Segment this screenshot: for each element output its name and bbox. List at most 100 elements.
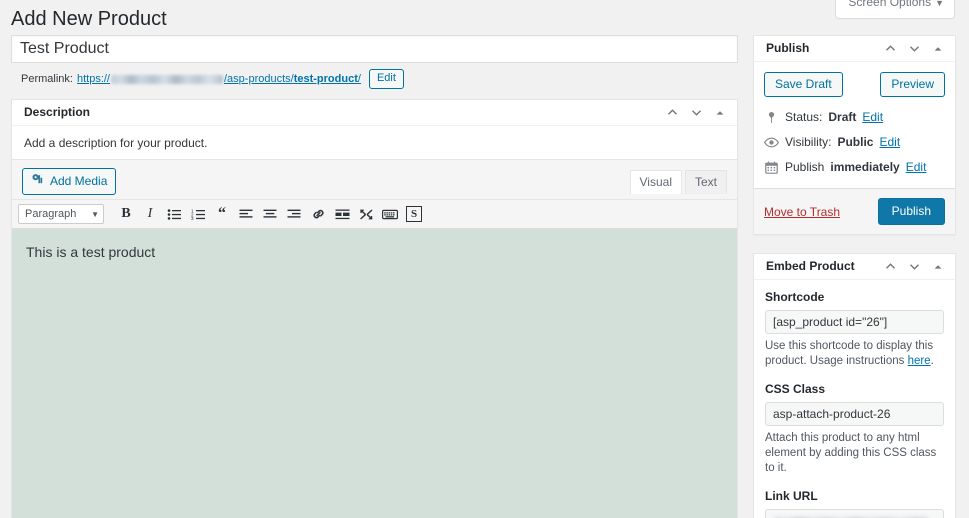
editor-wrap: Add Media Visual Text Paragraph ▼ B I 1 … — [12, 160, 737, 518]
eye-icon — [764, 137, 779, 148]
bold-glyph: B — [121, 206, 131, 221]
css-class-input[interactable] — [765, 402, 944, 426]
move-up-icon[interactable] — [883, 42, 897, 56]
screen-options-wrap: Screen Options ▼ — [835, 0, 955, 19]
visibility-row: Visibility: Public Edit — [764, 130, 945, 155]
publish-date-row: Publish immediately Edit — [764, 155, 945, 180]
permalink-row: Permalink: https:// /asp-products/test-pr… — [21, 69, 738, 89]
toolbar-toggle-icon[interactable] — [378, 204, 402, 224]
blockquote-glyph: “ — [218, 205, 226, 222]
publish-date-label: Publish — [785, 160, 825, 174]
link-url-label: Link URL — [765, 489, 818, 503]
publish-footer: Move to Trash Publish — [754, 188, 955, 234]
tab-visual[interactable]: Visual — [629, 169, 682, 194]
permalink-slug: test-product — [293, 73, 358, 85]
move-down-icon[interactable] — [689, 106, 703, 120]
shortcode-help-line2-prefix: Usage instructions — [809, 355, 908, 367]
visibility-label: Visibility: — [785, 135, 832, 149]
chevron-down-icon: ▼ — [935, 0, 944, 8]
publish-date-value: immediately — [830, 160, 900, 174]
media-icon — [31, 172, 45, 190]
move-up-icon[interactable] — [883, 260, 897, 274]
numbered-list-icon[interactable]: 1 2 3 — [186, 204, 210, 224]
move-up-icon[interactable] — [665, 106, 679, 120]
move-down-icon[interactable] — [907, 260, 921, 274]
calendar-icon — [764, 161, 779, 174]
permalink-url[interactable]: https:// /asp-products/test-product / — [77, 69, 361, 89]
toggle-panel-icon[interactable] — [931, 260, 945, 274]
embed-postbox-header: Embed Product — [754, 254, 955, 280]
bullet-list-icon[interactable] — [162, 204, 186, 224]
align-center-icon[interactable] — [258, 204, 282, 224]
description-postbox-title: Description — [24, 105, 91, 119]
status-value: Draft — [828, 110, 857, 124]
editor-paragraph: This is a test product — [26, 244, 156, 260]
screen-options-label: Screen Options — [848, 0, 932, 9]
insert-link-icon[interactable] — [306, 204, 330, 224]
save-draft-button[interactable]: Save Draft — [764, 72, 843, 97]
move-down-icon[interactable] — [907, 42, 921, 56]
screen-options-button[interactable]: Screen Options ▼ — [835, 0, 955, 19]
italic-glyph: I — [147, 206, 153, 221]
blockquote-icon[interactable]: “ — [210, 204, 234, 224]
css-class-label: CSS Class — [765, 382, 826, 396]
publish-postbox-handles — [883, 42, 945, 56]
shortcode-s-icon[interactable]: S — [402, 204, 426, 224]
permalink-path: /asp-products/ — [224, 73, 294, 85]
preview-button[interactable]: Preview — [880, 72, 945, 97]
embed-product-postbox: Embed Product Shortcode U — [753, 253, 956, 518]
tab-text[interactable]: Text — [684, 169, 727, 194]
read-more-icon[interactable] — [330, 204, 354, 224]
description-hint: Add a description for your product. — [12, 126, 737, 160]
main-column: Permalink: https:// /asp-products/test-pr… — [11, 35, 738, 518]
add-media-label: Add Media — [50, 174, 108, 188]
sidebar-column: Publish Save Draft Preview Status: Draft… — [753, 35, 956, 518]
pin-icon — [764, 111, 779, 124]
status-label: Status: — [785, 110, 823, 124]
editor-content-area[interactable]: This is a test product — [12, 229, 737, 518]
embed-postbox-handles — [883, 260, 945, 274]
add-media-button[interactable]: Add Media — [22, 168, 117, 195]
link-url-textarea[interactable] — [765, 509, 944, 518]
align-left-icon[interactable] — [234, 204, 258, 224]
editor-tabs: Visual Text — [627, 169, 727, 194]
toggle-panel-icon[interactable] — [931, 42, 945, 56]
permalink-domain-redacted — [111, 74, 223, 84]
edit-visibility-link[interactable]: Edit — [879, 134, 900, 151]
publish-meta-list: Status: Draft Edit Visibility: Public Ed… — [754, 105, 955, 188]
usage-instructions-link[interactable]: here — [908, 355, 931, 367]
shortcode-input[interactable] — [765, 310, 944, 334]
product-title-input[interactable] — [11, 35, 738, 63]
publish-postbox: Publish Save Draft Preview Status: Draft… — [753, 35, 956, 235]
fullscreen-icon[interactable] — [354, 204, 378, 224]
css-class-help: Attach this product to any html element … — [765, 432, 937, 474]
embed-postbox-title: Embed Product — [766, 259, 855, 273]
bold-icon[interactable]: B — [114, 204, 138, 224]
paragraph-format-value: Paragraph — [25, 208, 77, 220]
embed-body: Shortcode Use this shortcode to display … — [754, 280, 955, 518]
editor-media-bar: Add Media Visual Text — [12, 160, 737, 200]
description-postbox: Description Add a description for your p… — [11, 99, 738, 518]
shortcode-s-glyph: S — [406, 206, 422, 222]
description-postbox-handles — [665, 106, 727, 120]
wp-admin-add-new-product-screen: Screen Options▼ Add New Product Permalin… — [0, 0, 969, 518]
description-postbox-header: Description — [12, 100, 737, 126]
edit-publish-date-link[interactable]: Edit — [906, 159, 927, 176]
page-title: Add New Product — [11, 8, 167, 30]
paragraph-format-select[interactable]: Paragraph ▼ — [18, 204, 104, 224]
editor-toolbar: Paragraph ▼ B I 1 2 3 “ S — [12, 200, 737, 229]
move-to-trash-link[interactable]: Move to Trash — [764, 205, 840, 219]
align-right-icon[interactable] — [282, 204, 306, 224]
edit-permalink-button[interactable]: Edit — [368, 69, 404, 89]
italic-icon[interactable]: I — [138, 204, 162, 224]
chevron-down-icon: ▼ — [91, 209, 99, 219]
publish-postbox-title: Publish — [766, 41, 810, 55]
status-row: Status: Draft Edit — [764, 105, 945, 130]
publish-actions: Save Draft Preview — [754, 62, 955, 105]
edit-status-link[interactable]: Edit — [862, 109, 883, 126]
shortcode-help: Use this shortcode to display this produ… — [765, 339, 944, 369]
publish-button[interactable]: Publish — [877, 198, 945, 225]
permalink-label: Permalink: — [21, 73, 73, 85]
permalink-protocol: https:// — [76, 73, 110, 85]
toggle-panel-icon[interactable] — [713, 106, 727, 120]
